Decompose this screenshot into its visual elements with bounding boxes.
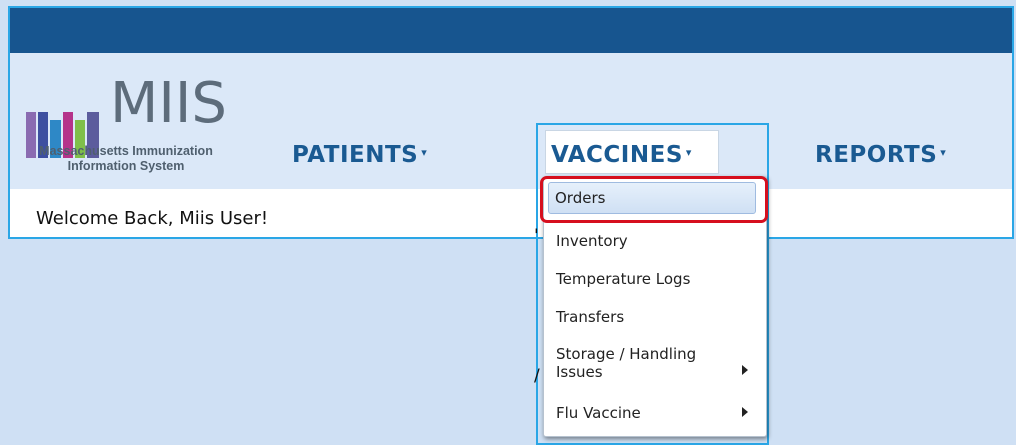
menu-item-inventory-label: Inventory xyxy=(556,232,628,250)
menu-item-temperature-logs-label: Temperature Logs xyxy=(556,270,691,288)
menu-item-storage-handling[interactable]: Storage / Handling Issues xyxy=(544,341,766,389)
welcome-message: Welcome Back, Miis User! xyxy=(36,208,269,229)
chevron-down-icon: ▾ xyxy=(685,146,692,159)
chevron-right-icon xyxy=(742,407,748,417)
menu-item-storage-handling-label-1: Storage / Handling xyxy=(556,345,697,363)
nav-patients-label: PATIENTS xyxy=(292,142,419,168)
menu-item-temperature-logs[interactable]: Temperature Logs xyxy=(544,265,766,293)
menu-item-flu-vaccine[interactable]: Flu Vaccine xyxy=(544,399,766,427)
obscured-text-fragment: / xyxy=(534,366,540,386)
logo-wordmark: MIIS xyxy=(110,71,227,136)
top-bar xyxy=(10,8,1012,53)
nav-reports[interactable]: REPORTS ▾ xyxy=(815,142,946,168)
chevron-down-icon: ▾ xyxy=(940,146,947,159)
menu-item-transfers-label: Transfers xyxy=(556,308,625,326)
menu-item-inventory[interactable]: Inventory xyxy=(544,227,766,255)
chevron-right-icon xyxy=(742,365,748,375)
app-window: MIIS Massachusetts Immunization Informat… xyxy=(8,6,1014,239)
nav-patients[interactable]: PATIENTS ▾ xyxy=(292,142,427,168)
obscured-text-fragment: ' xyxy=(534,226,539,246)
menu-item-flu-vaccine-label: Flu Vaccine xyxy=(556,404,641,422)
logo-subtitle-line2: Information System xyxy=(67,159,185,173)
miis-logo: MIIS Massachusetts Immunization Informat… xyxy=(24,72,234,184)
logo-subtitle-line1: Massachusetts Immunization xyxy=(39,144,213,158)
chevron-down-icon: ▾ xyxy=(421,146,428,159)
nav-vaccines-label: VACCINES xyxy=(551,142,683,168)
menu-item-transfers[interactable]: Transfers xyxy=(544,303,766,331)
orders-highlight-box xyxy=(540,176,768,223)
logo-subtitle: Massachusetts Immunization Information S… xyxy=(24,144,228,174)
nav-vaccines-label-wrap[interactable]: VACCINES ▾ xyxy=(551,142,692,168)
nav-reports-label: REPORTS xyxy=(815,142,938,168)
menu-item-storage-handling-label-2: Issues xyxy=(556,363,603,381)
